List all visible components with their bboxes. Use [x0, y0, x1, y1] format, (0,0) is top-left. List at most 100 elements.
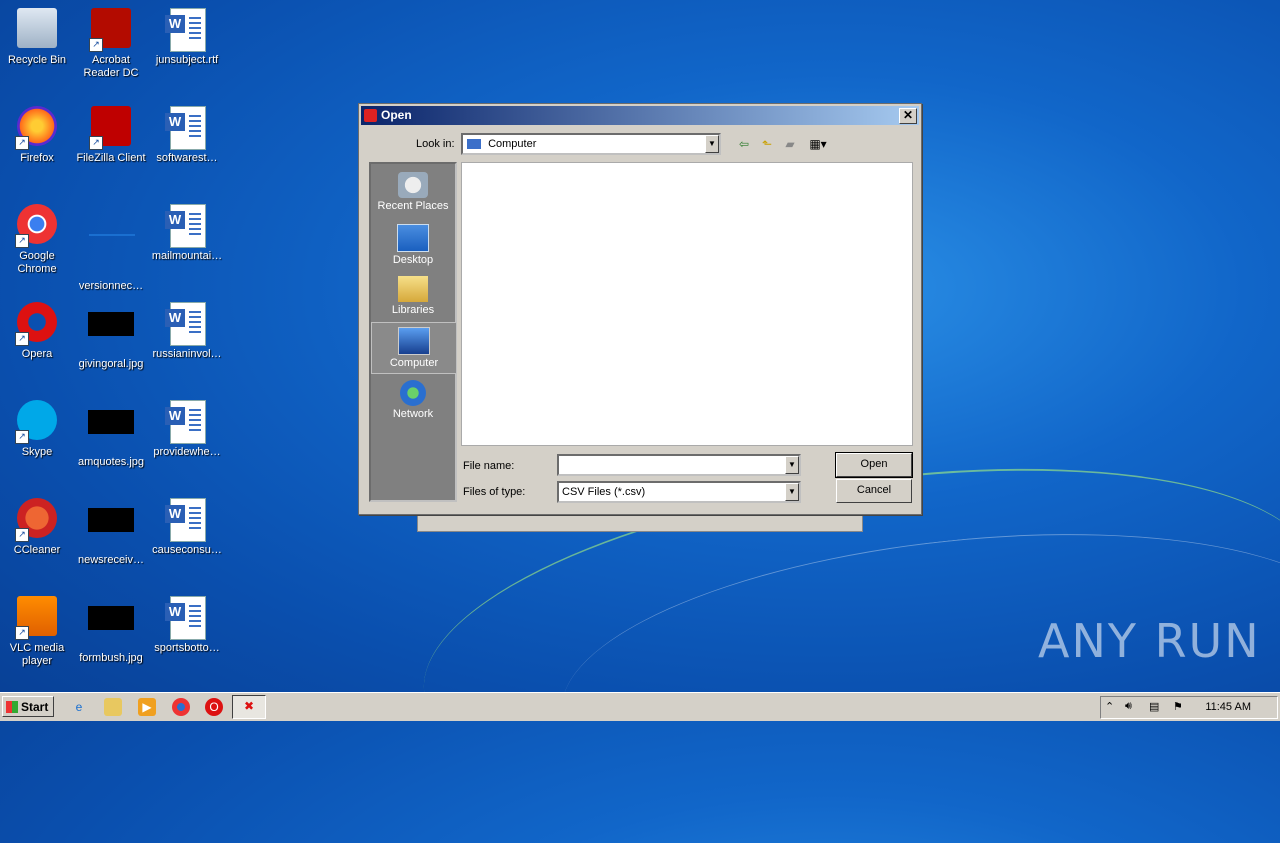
desktop-icon-label: providewhe… [153, 446, 221, 458]
explorer-icon[interactable] [104, 698, 122, 716]
desktop-icon-sportsbotto[interactable]: Wsportsbotto… [150, 596, 224, 655]
desktop-icon-softwarest[interactable]: Wsoftwarest… [150, 106, 224, 165]
chevron-down-icon[interactable]: ▼ [785, 456, 799, 474]
look-in-value: Computer [488, 138, 537, 150]
file-name-field[interactable]: ▼ [557, 454, 801, 476]
app-icon: ✖ [243, 699, 255, 713]
desktop-icon-label: softwarest… [156, 152, 218, 164]
place-label: Recent Places [377, 200, 449, 212]
desktop-icon-providewhe[interactable]: Wprovidewhe… [150, 400, 224, 459]
vlc-icon: ↗ [15, 596, 59, 640]
desktop-icon-causeconsu[interactable]: Wcauseconsu… [150, 498, 224, 557]
desktop-icon-vlc-media-player[interactable]: ↗ VLC media player [0, 596, 74, 668]
desktop-icon-label: russianinvol… [152, 348, 222, 360]
shortcut-arrow-icon: ↗ [89, 38, 103, 52]
desktop-icon-opera[interactable]: ↗ Opera [0, 302, 74, 361]
desktop-icon-junsubject-rtf[interactable]: Wjunsubject.rtf [150, 8, 224, 67]
look-in-dropdown[interactable]: Computer ▼ [461, 133, 721, 155]
dialog-title: Open [381, 108, 412, 122]
recycle-bin-icon [15, 8, 59, 52]
jpg-thumbnail-icon [88, 410, 134, 454]
desktop-icon-label: Opera [21, 348, 53, 360]
desktop-icon-ccleaner[interactable]: ↗ CCleaner [0, 498, 74, 557]
action-center-flag-icon[interactable]: ⚑ [1173, 700, 1183, 713]
word-doc-icon: W [165, 400, 209, 444]
ccleaner-icon: ↗ [15, 498, 59, 542]
place-desktop[interactable]: Desktop [371, 220, 455, 266]
place-network[interactable]: Network [371, 376, 455, 420]
place-label: Network [392, 408, 434, 420]
shortcut-arrow-icon: ↗ [15, 528, 29, 542]
file-list[interactable] [461, 162, 913, 446]
close-button[interactable]: ✕ [899, 108, 917, 124]
desktop-icon-russianinvol[interactable]: Wrussianinvol… [150, 302, 224, 361]
files-of-type-value: CSV Files (*.csv) [562, 486, 646, 498]
desktop-icon-firefox[interactable]: ↗ Firefox [0, 106, 74, 165]
start-button[interactable]: Start [2, 696, 54, 717]
desktop-icon-recycle-bin[interactable]: Recycle Bin [0, 8, 74, 67]
windows-flag-icon [6, 701, 18, 713]
desktop-icon-label: givingoral.jpg [78, 358, 144, 370]
desktop-icon-label: CCleaner [13, 544, 61, 556]
desktop-icon-newsreceiv[interactable]: newsreceiv… [74, 498, 148, 567]
system-tray: ⌃ 🔊︎ ▤ ⚑ 11:45 AM [1100, 696, 1278, 719]
desktop-icon-acrobat-reader-dc[interactable]: ↗ Acrobat Reader DC [74, 8, 148, 80]
background-window [417, 512, 863, 532]
chevron-down-icon[interactable]: ▼ [785, 483, 799, 501]
opera-icon: ↗ [15, 302, 59, 346]
desktop-icon-filezilla-client[interactable]: ↗ FileZilla Client [74, 106, 148, 165]
clock[interactable]: 11:45 AM [1205, 701, 1251, 713]
new-folder-icon[interactable]: ▰ [781, 136, 799, 152]
media-player-icon[interactable]: ▶ [138, 698, 156, 716]
places-bar: Recent Places Desktop Libraries Computer… [369, 162, 457, 502]
desktop-icon-label: Skype [21, 446, 53, 458]
chevron-down-icon[interactable]: ▼ [705, 135, 719, 153]
start-label: Start [21, 700, 49, 714]
ie-icon[interactable]: e [70, 698, 88, 716]
desktop-icon-skype[interactable]: ↗ Skype [0, 400, 74, 459]
desktop-icon-label: versionnec… [78, 280, 144, 292]
recent-places-icon [398, 172, 428, 198]
desktop-icon [397, 224, 429, 252]
place-recent-places[interactable]: Recent Places [371, 168, 455, 212]
file-icon [89, 234, 135, 278]
desktop-icon-formbush-jpg[interactable]: formbush.jpg [74, 596, 148, 665]
view-menu-icon[interactable]: ▦▾ [805, 136, 831, 152]
cancel-button[interactable]: Cancel [836, 479, 912, 503]
desktop-icon-givingoral-jpg[interactable]: givingoral.jpg [74, 302, 148, 371]
chrome-icon[interactable] [172, 698, 190, 716]
opera-icon[interactable]: O [205, 698, 223, 716]
desktop-icon-label: newsreceiv… [77, 554, 145, 566]
place-libraries[interactable]: Libraries [371, 272, 455, 316]
open-button[interactable]: Open [835, 452, 913, 478]
file-name-label: File name: [463, 460, 515, 472]
word-doc-icon: W [165, 302, 209, 346]
shortcut-arrow-icon: ↗ [15, 332, 29, 346]
filezilla-icon: ↗ [89, 106, 133, 150]
word-doc-icon: W [165, 204, 209, 248]
jpg-thumbnail-icon [88, 606, 134, 650]
desktop-icon-google-chrome[interactable]: ↗ Google Chrome [0, 204, 74, 276]
place-computer[interactable]: Computer [371, 322, 457, 374]
desktop-icon-label: Acrobat Reader DC [83, 54, 139, 79]
up-folder-icon[interactable]: ⬑ [758, 136, 776, 152]
desktop-icon-amquotes-jpg[interactable]: amquotes.jpg [74, 400, 148, 469]
desktop-icon-label: formbush.jpg [79, 652, 143, 664]
files-of-type-dropdown[interactable]: CSV Files (*.csv) ▼ [557, 481, 801, 503]
shortcut-arrow-icon: ↗ [15, 430, 29, 444]
shortcut-arrow-icon: ↗ [15, 234, 29, 248]
computer-icon [398, 327, 430, 355]
network-icon[interactable]: ▤ [1149, 700, 1159, 713]
volume-icon[interactable]: 🔊︎ [1125, 700, 1132, 713]
dialog-titlebar[interactable]: Open ✕ [361, 106, 919, 125]
file-name-value [559, 459, 562, 471]
app-icon [364, 109, 377, 122]
taskbar: Start e ▶ O ✖ ⌃ 🔊︎ ▤ ⚑ 11:45 AM [0, 692, 1280, 721]
desktop-icon-mailmountai[interactable]: Wmailmountai… [150, 204, 224, 263]
back-icon[interactable]: ⇦ [735, 136, 753, 152]
desktop-icon-label: Google Chrome [17, 250, 57, 275]
desktop-icon-versionnec[interactable]: versionnec… [74, 204, 148, 293]
shortcut-arrow-icon: ↗ [89, 136, 103, 150]
taskbar-app-active[interactable]: ✖ [232, 695, 266, 719]
show-hidden-icons-icon[interactable]: ⌃ [1105, 700, 1114, 713]
